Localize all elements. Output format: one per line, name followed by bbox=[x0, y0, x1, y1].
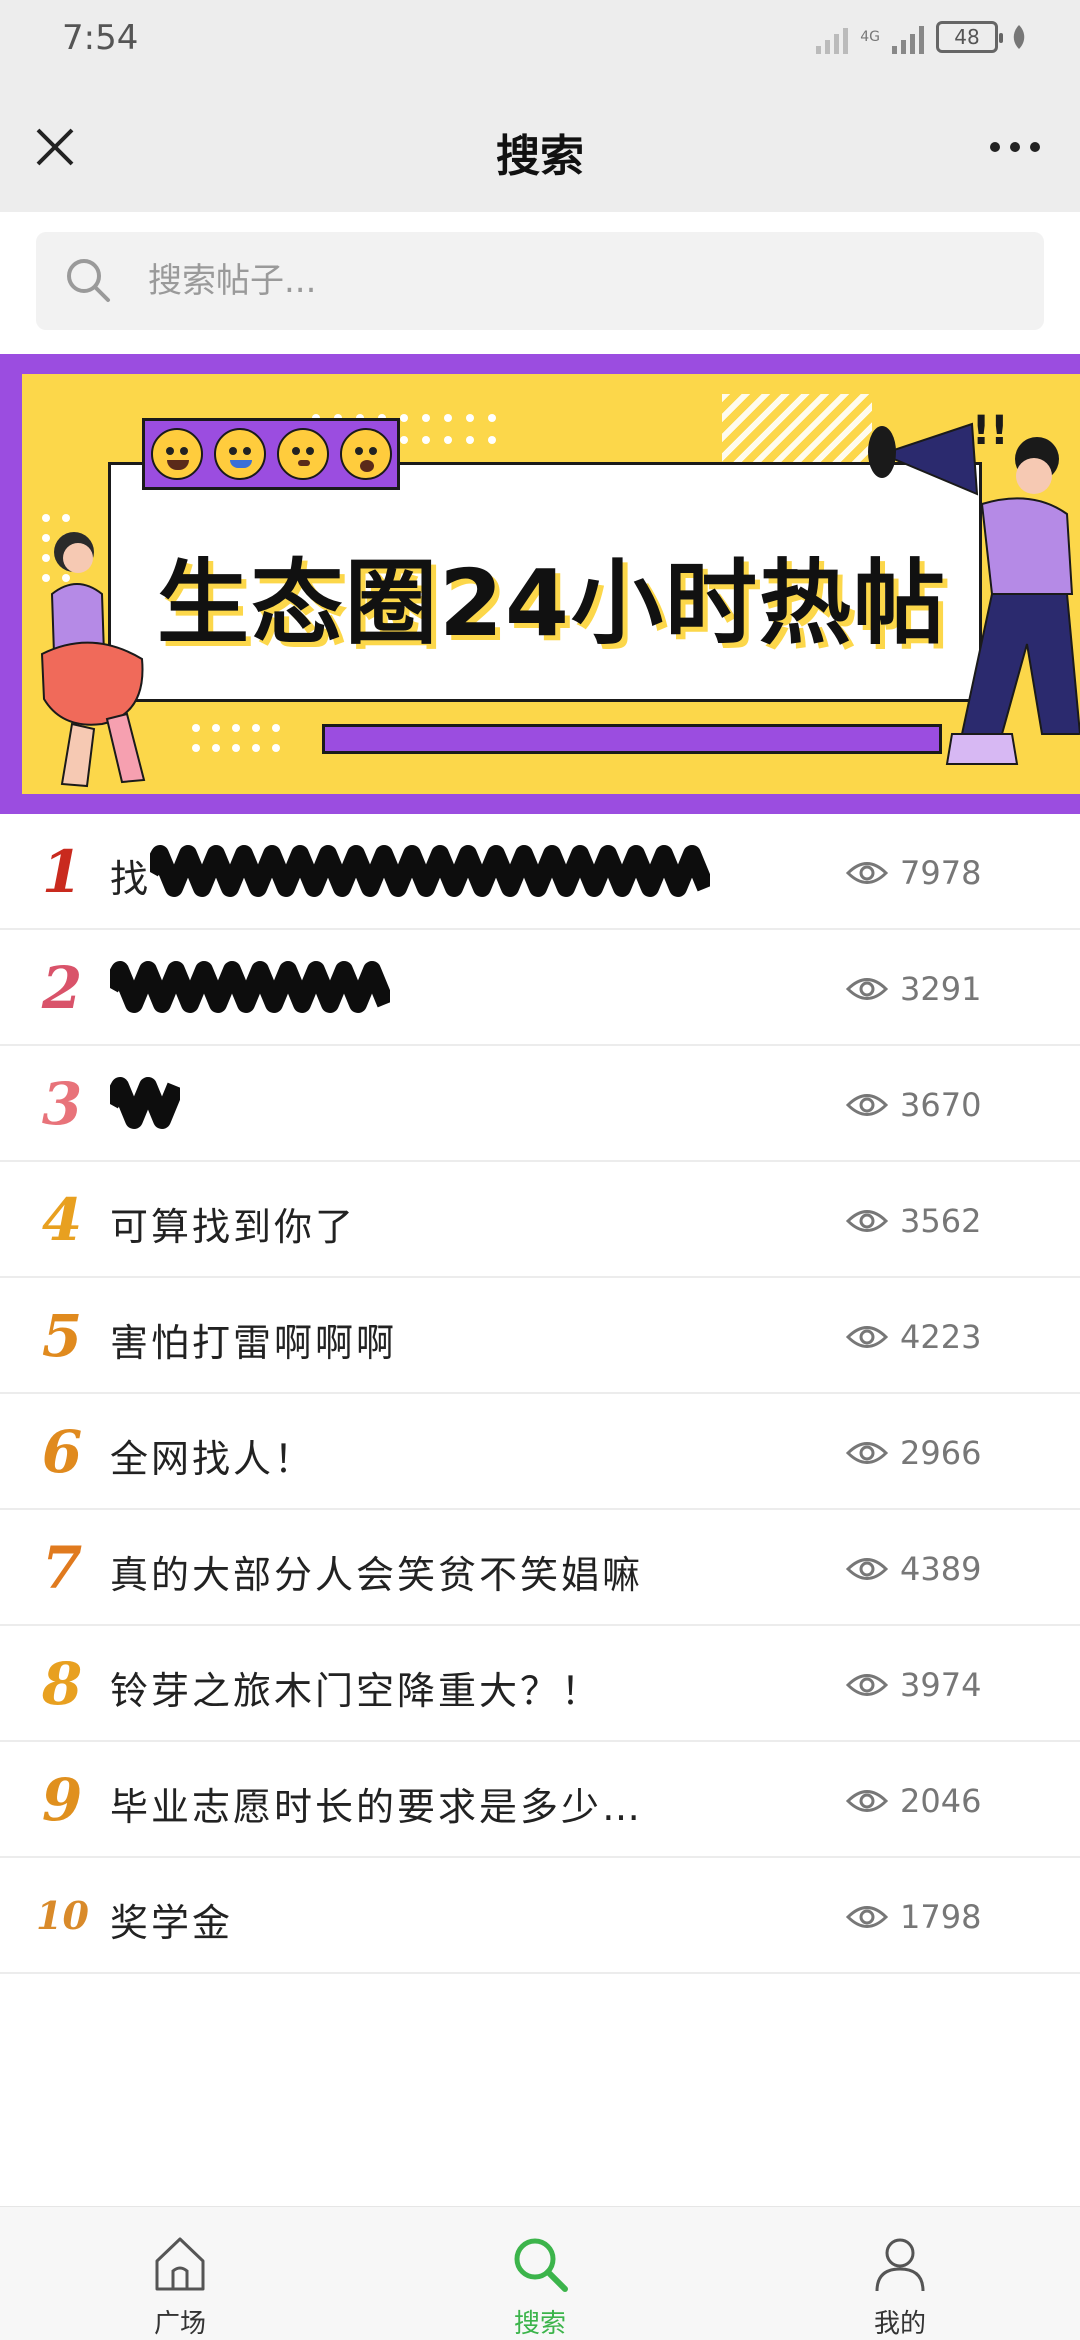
hot-post-row[interactable]: 5 害怕打雷啊啊啊 4223 bbox=[0, 1278, 1080, 1394]
eye-icon bbox=[846, 1674, 888, 1696]
eye-icon bbox=[846, 1558, 888, 1580]
post-title: 全网找人！ bbox=[110, 1437, 316, 1481]
view-stats: 2046 bbox=[846, 1782, 981, 1820]
status-bar: 7:54 4G 48 bbox=[0, 0, 1080, 84]
hot-post-row[interactable]: 7 真的大部分人会笑贫不笑娼嘛 4389 bbox=[0, 1510, 1080, 1626]
eye-icon bbox=[846, 1326, 888, 1348]
crying-emoji-icon bbox=[213, 428, 266, 480]
eye-icon bbox=[846, 1790, 888, 1812]
dizzy-emoji-icon bbox=[339, 428, 392, 480]
bottom-tab-bar: 广场 搜索 我的 bbox=[0, 2206, 1080, 2340]
rank-number: 10 bbox=[36, 1893, 89, 1938]
eye-icon bbox=[846, 978, 888, 1000]
eye-icon bbox=[846, 1094, 888, 1116]
emoji-bar bbox=[142, 418, 400, 490]
more-icon[interactable] bbox=[980, 122, 1050, 172]
view-stats: 4389 bbox=[846, 1550, 981, 1588]
status-icons: 4G 48 bbox=[816, 20, 1028, 54]
post-title: 毕业志愿时长的要求是多少… bbox=[110, 1785, 644, 1829]
hot-post-row[interactable]: 2 3291 bbox=[0, 930, 1080, 1046]
banner-card-shadow bbox=[322, 724, 942, 754]
svg-text:!!: !! bbox=[972, 408, 1008, 454]
page-title: 搜索 bbox=[496, 131, 584, 182]
flushed-emoji-icon bbox=[276, 428, 329, 480]
post-title: 真的大部分人会笑贫不笑娼嘛 bbox=[110, 1553, 644, 1597]
rank-number: 5 bbox=[41, 1302, 83, 1370]
redaction-scribble bbox=[110, 961, 390, 1013]
search-icon bbox=[67, 259, 110, 302]
eye-icon bbox=[846, 1442, 888, 1464]
rank-number: 9 bbox=[41, 1766, 83, 1834]
rank-number: 6 bbox=[41, 1418, 83, 1486]
view-count: 2966 bbox=[900, 1434, 982, 1472]
search-area bbox=[0, 212, 1080, 354]
hot-post-list: 1 找 7978 2 3291 3 3670 4 可算找到你了 3562 5 害怕打雷啊啊啊 4223 6… bbox=[0, 814, 1080, 1974]
rank-number: 3 bbox=[41, 1070, 83, 1138]
view-count: 2046 bbox=[900, 1782, 982, 1820]
sitting-girl-illustration bbox=[40, 532, 146, 788]
search-box[interactable] bbox=[36, 232, 1044, 330]
tab-mine[interactable]: 我的 bbox=[720, 2207, 1080, 2340]
view-stats: 3562 bbox=[846, 1202, 981, 1240]
banner-background: 生态圈24小时热帖 !! bbox=[22, 374, 1080, 794]
hot-posts-banner[interactable]: 生态圈24小时热帖 !! bbox=[0, 354, 1080, 814]
post-title: 铃芽之旅木门空降重大？！ bbox=[110, 1669, 603, 1713]
post-title: 可算找到你了 bbox=[110, 1205, 357, 1249]
hot-post-row[interactable]: 1 找 7978 bbox=[0, 814, 1080, 930]
view-count: 4223 bbox=[900, 1318, 982, 1356]
rank-number: 7 bbox=[41, 1534, 83, 1602]
battery-icon: 48 bbox=[936, 21, 1003, 53]
signal-icon bbox=[816, 20, 849, 54]
top-nav: 搜索 bbox=[0, 84, 1080, 212]
post-title: 奖学金 bbox=[110, 1901, 234, 1945]
view-count: 7978 bbox=[900, 854, 982, 892]
rank-number: 1 bbox=[41, 838, 83, 906]
view-stats: 3974 bbox=[846, 1666, 981, 1704]
network-label: 4G bbox=[860, 29, 880, 45]
redaction-scribble bbox=[110, 1077, 180, 1129]
home-icon bbox=[155, 2237, 205, 2291]
redaction-scribble bbox=[150, 845, 710, 897]
grin-emoji-icon bbox=[150, 428, 203, 480]
view-count: 3291 bbox=[900, 970, 982, 1008]
tab-plaza[interactable]: 广场 bbox=[0, 2207, 360, 2340]
tab-label-mine: 我的 bbox=[873, 2309, 926, 2339]
hot-post-row[interactable]: 3 3670 bbox=[0, 1046, 1080, 1162]
view-stats: 3291 bbox=[846, 970, 981, 1008]
hot-post-row[interactable]: 9 毕业志愿时长的要求是多少… 2046 bbox=[0, 1742, 1080, 1858]
tab-search[interactable]: 搜索 bbox=[360, 2207, 720, 2340]
rank-number: 4 bbox=[41, 1186, 83, 1254]
view-count: 3670 bbox=[900, 1086, 982, 1124]
view-stats: 4223 bbox=[846, 1318, 981, 1356]
hot-post-row[interactable]: 6 全网找人！ 2966 bbox=[0, 1394, 1080, 1510]
leaf-icon bbox=[1013, 25, 1025, 49]
eye-icon bbox=[846, 1210, 888, 1232]
search-icon bbox=[514, 2238, 568, 2292]
view-stats: 3670 bbox=[846, 1086, 981, 1124]
battery-level: 48 bbox=[954, 25, 980, 49]
hot-post-row[interactable]: 8 铃芽之旅木门空降重大？！ 3974 bbox=[0, 1626, 1080, 1742]
megaphone-girl-illustration: !! bbox=[868, 408, 1080, 765]
rank-number: 2 bbox=[41, 954, 83, 1022]
eye-icon bbox=[846, 862, 888, 884]
view-count: 4389 bbox=[900, 1550, 982, 1588]
view-count: 3974 bbox=[900, 1666, 982, 1704]
view-stats: 2966 bbox=[846, 1434, 981, 1472]
tab-label-search: 搜索 bbox=[513, 2309, 566, 2339]
hot-post-row[interactable]: 4 可算找到你了 3562 bbox=[0, 1162, 1080, 1278]
view-count: 3562 bbox=[900, 1202, 982, 1240]
rank-number: 8 bbox=[41, 1650, 83, 1718]
post-title: 害怕打雷啊啊啊 bbox=[110, 1321, 398, 1365]
signal-strength-icon bbox=[892, 20, 924, 54]
tab-label-plaza: 广场 bbox=[153, 2309, 206, 2339]
hot-post-row[interactable]: 10 奖学金 1798 bbox=[0, 1858, 1080, 1974]
view-stats: 1798 bbox=[846, 1898, 981, 1936]
view-stats: 7978 bbox=[846, 854, 981, 892]
user-icon bbox=[875, 2238, 925, 2292]
view-count: 1798 bbox=[900, 1898, 982, 1936]
status-time: 7:54 bbox=[62, 18, 139, 58]
eye-icon bbox=[846, 1906, 888, 1928]
search-input[interactable] bbox=[148, 232, 1008, 330]
